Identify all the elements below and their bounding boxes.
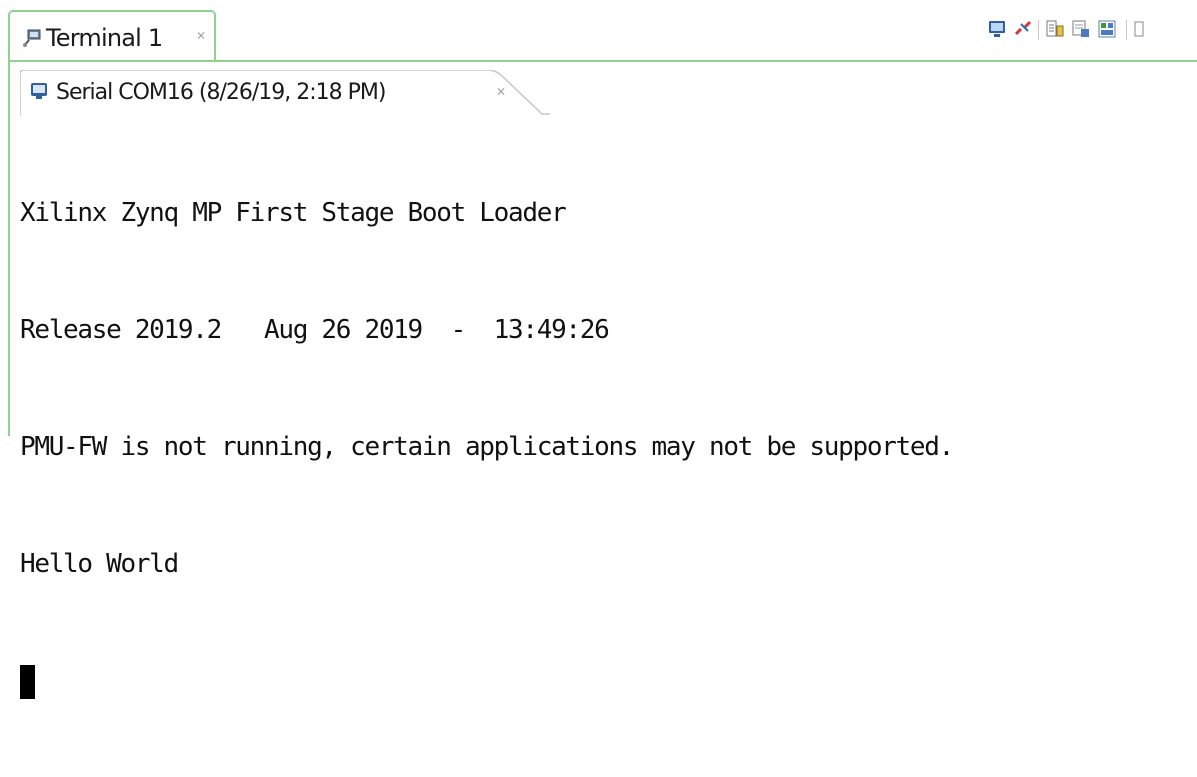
- tab-terminal-1[interactable]: Terminal 1 ⨯: [8, 10, 216, 62]
- toolbar-separator: [1038, 20, 1039, 40]
- view-tab-bar: Terminal 1 ⨯: [0, 0, 1197, 62]
- text-cursor: [20, 665, 35, 699]
- connect-icon[interactable]: [986, 18, 1008, 40]
- tab-serial-session[interactable]: Serial COM16 (8/26/19, 2:18 PM) ⨯: [20, 70, 550, 116]
- console-line: Hello World: [20, 549, 179, 579]
- serial-terminal-icon: [30, 82, 50, 100]
- close-icon[interactable]: ⨯: [496, 84, 506, 98]
- tab-terminal-1-label: Terminal 1: [46, 24, 163, 52]
- terminal-console[interactable]: Xilinx Zynq MP First Stage Boot Loader R…: [20, 116, 1197, 699]
- tab-serial-session-label: Serial COM16 (8/26/19, 2:18 PM): [56, 80, 386, 105]
- terminal-icon: [22, 28, 42, 48]
- toolbar-separator: [1126, 20, 1127, 40]
- console-line: Xilinx Zynq MP First Stage Boot Loader: [20, 198, 567, 228]
- clear-console-icon[interactable]: [1070, 18, 1092, 40]
- console-line: PMU-FW is not running, certain applicati…: [20, 432, 954, 462]
- view-menu-icon[interactable]: [1132, 18, 1146, 40]
- settings-icon[interactable]: [1096, 18, 1118, 40]
- terminal-panel: Serial COM16 (8/26/19, 2:18 PM) ⨯ Xilinx…: [8, 60, 1197, 699]
- disconnect-icon[interactable]: [1012, 18, 1034, 40]
- console-line: Release 2019.2 Aug 26 2019 - 13:49:26: [20, 315, 610, 345]
- scroll-lock-icon[interactable]: [1044, 18, 1066, 40]
- close-icon[interactable]: ⨯: [196, 28, 206, 42]
